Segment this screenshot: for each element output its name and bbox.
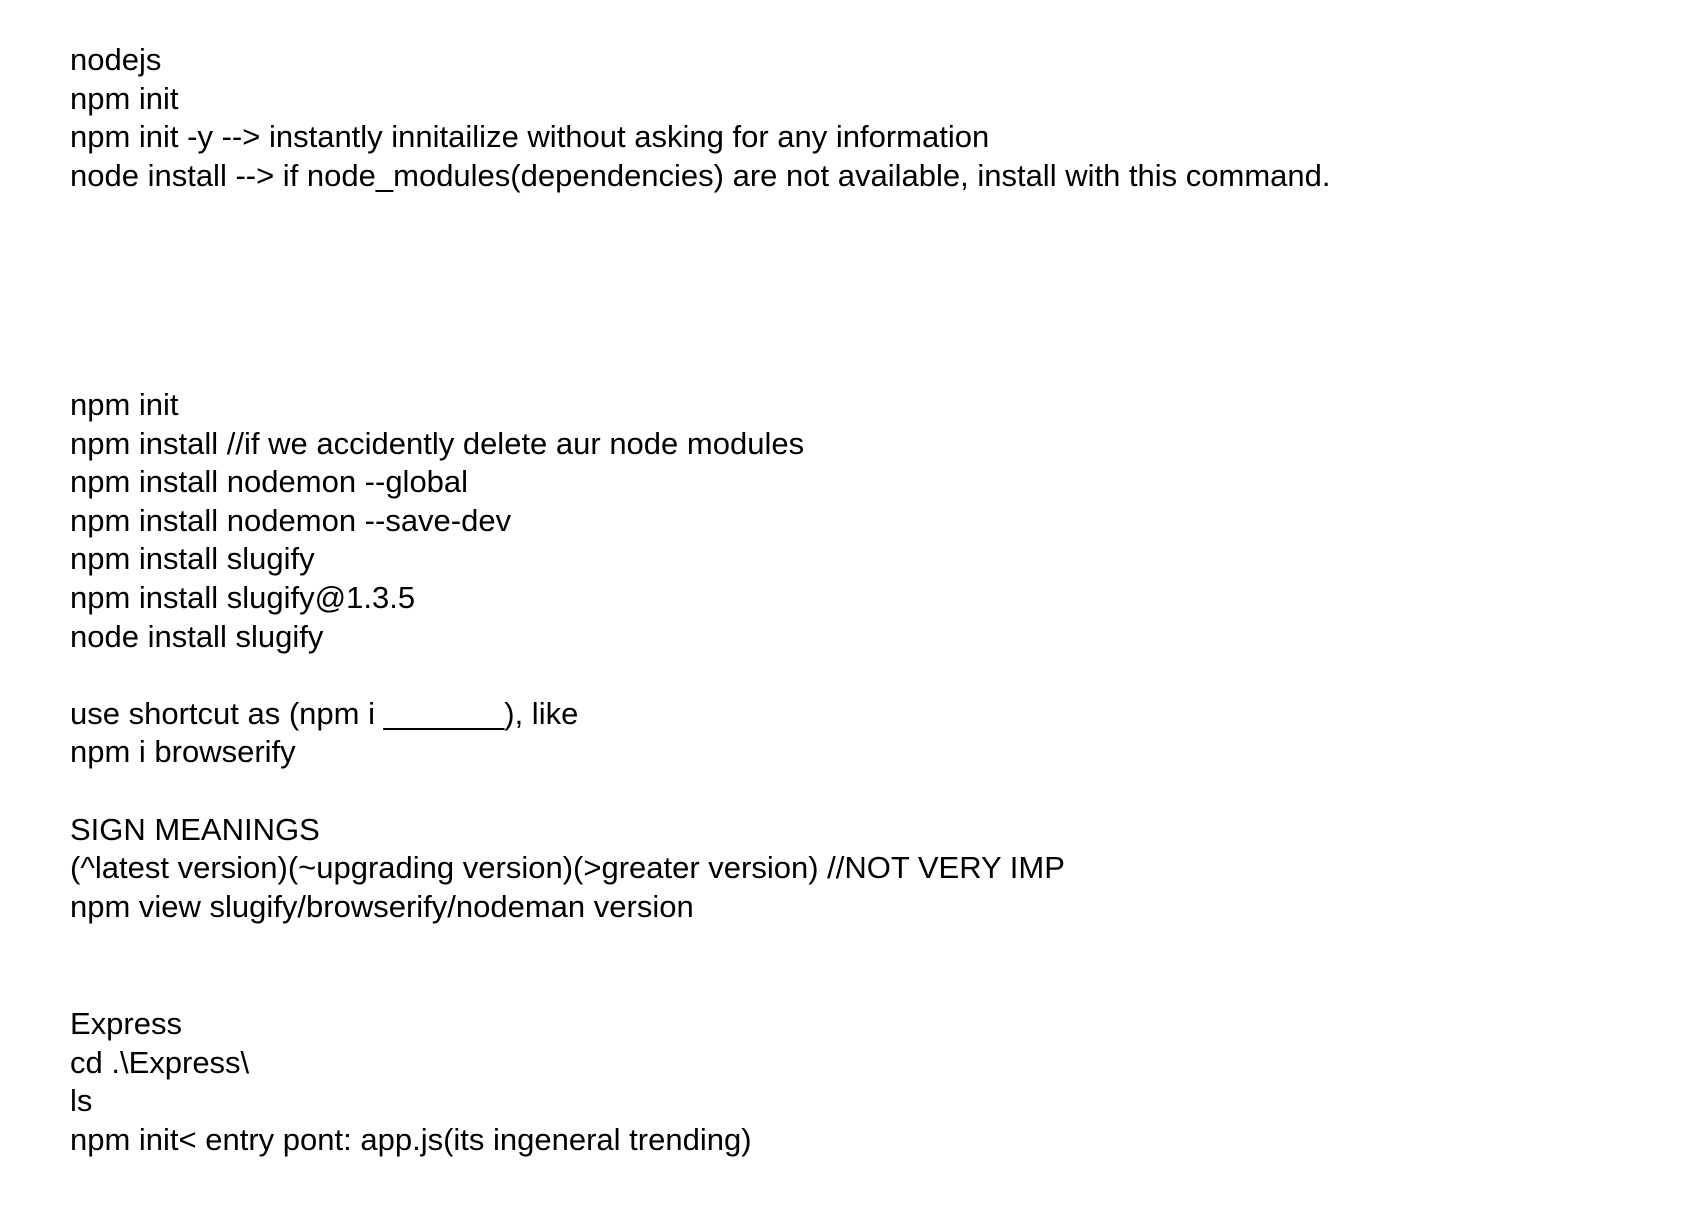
text-line: cd .\Express\: [70, 1044, 250, 1080]
document-page: nodejs npm init npm init -y --> instantl…: [0, 0, 1700, 1232]
text-line: npm view slugify/browserify/nodeman vers…: [70, 888, 694, 924]
express-section: Express cd .\Express\ ls npm init< entry…: [70, 1005, 1670, 1159]
node-basics-section: nodejs npm init npm init -y --> instantl…: [70, 41, 1670, 195]
text-line: npm init: [70, 387, 179, 422]
text-line: npm install slugify@1.3.5: [70, 579, 416, 615]
text-line: npm i browserify: [70, 734, 296, 770]
sign-meanings-heading: SIGN MEANINGS: [70, 811, 320, 847]
text-line: node install --> if node_modules(depende…: [70, 157, 1331, 193]
text-line: npm install nodemon --global: [70, 464, 469, 500]
text-line: npm install //if we accidently delete au…: [70, 425, 805, 461]
text-line: nodejs: [70, 42, 162, 77]
text-line: use shortcut as (npm i _______), like: [70, 695, 579, 731]
text-line: (^latest version)(~upgrading version)(>g…: [70, 850, 1065, 886]
text-line: npm init: [70, 80, 179, 116]
express-heading: Express: [70, 1006, 182, 1041]
text-line: npm init< entry pont: app.js(its ingener…: [70, 1121, 752, 1157]
text-line: npm install slugify: [70, 541, 315, 577]
text-line: npm install nodemon --save-dev: [70, 502, 512, 538]
npm-commands-section: npm init npm install //if we accidently …: [70, 386, 1670, 926]
text-line: node install slugify: [70, 618, 324, 654]
text-line: ls: [70, 1083, 93, 1119]
text-line: npm init -y --> instantly innitailize wi…: [70, 119, 990, 155]
